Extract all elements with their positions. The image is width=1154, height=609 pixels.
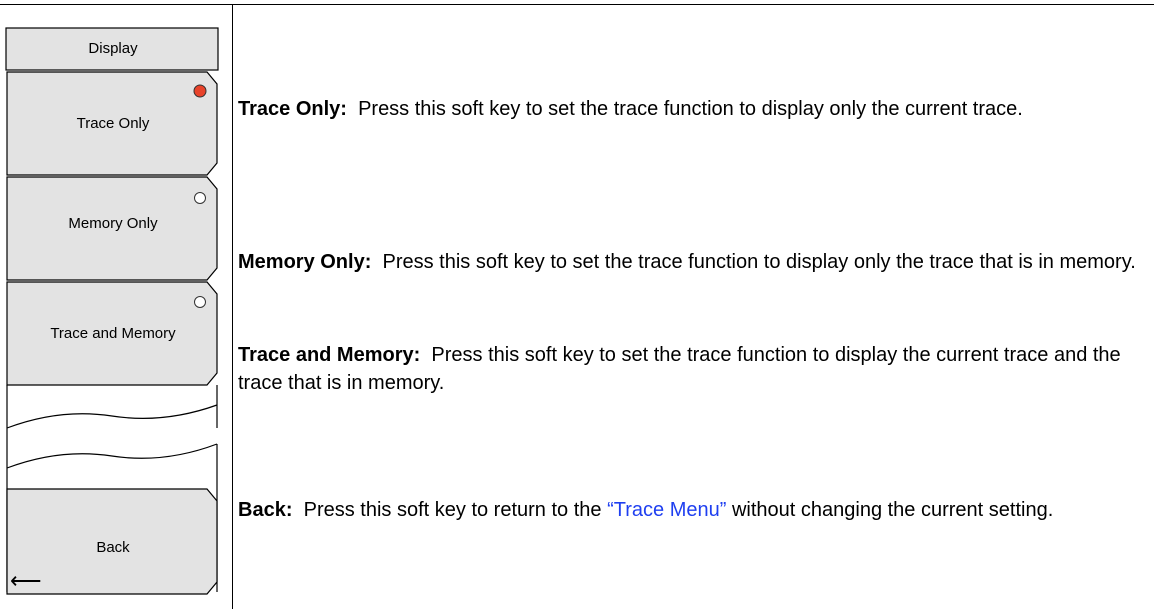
term: Trace Only: [238,98,347,120]
soft-key-menu [5,27,219,595]
column-divider [232,4,233,609]
term: Trace and Memory: [238,344,421,366]
unselected-indicator-icon [194,192,206,204]
menu-title: Display [88,40,138,57]
break-line [6,404,218,429]
term: Memory Only: [238,251,372,273]
definition: Press this soft key to set the trace fun… [358,98,1023,120]
definition-start: Press this soft key to return to the [303,499,602,521]
selected-indicator-icon [193,84,207,98]
trace-and-memory-label: Trace and Memory [50,325,176,342]
break-line [6,443,218,469]
trace-and-memory-description: Trace and Memory: Press this soft key to… [238,341,1138,397]
back-description: Back: Press this soft key to return to t… [238,496,1138,524]
memory-only-label: Memory Only [68,215,158,232]
trace-menu-link[interactable]: “Trace Menu” [607,499,726,521]
trace-only-label: Trace Only [76,115,150,132]
back-arrow-icon: ⟵ [10,568,42,593]
trace-only-description: Trace Only: Press this soft key to set t… [238,95,1138,123]
definition: Press this soft key to set the trace fun… [382,251,1136,273]
memory-only-description: Memory Only: Press this soft key to set … [238,248,1138,276]
unselected-indicator-icon [194,296,206,308]
term: Back: [238,499,293,521]
back-label: Back [96,539,130,556]
definition-end: without changing the current setting. [731,499,1054,521]
